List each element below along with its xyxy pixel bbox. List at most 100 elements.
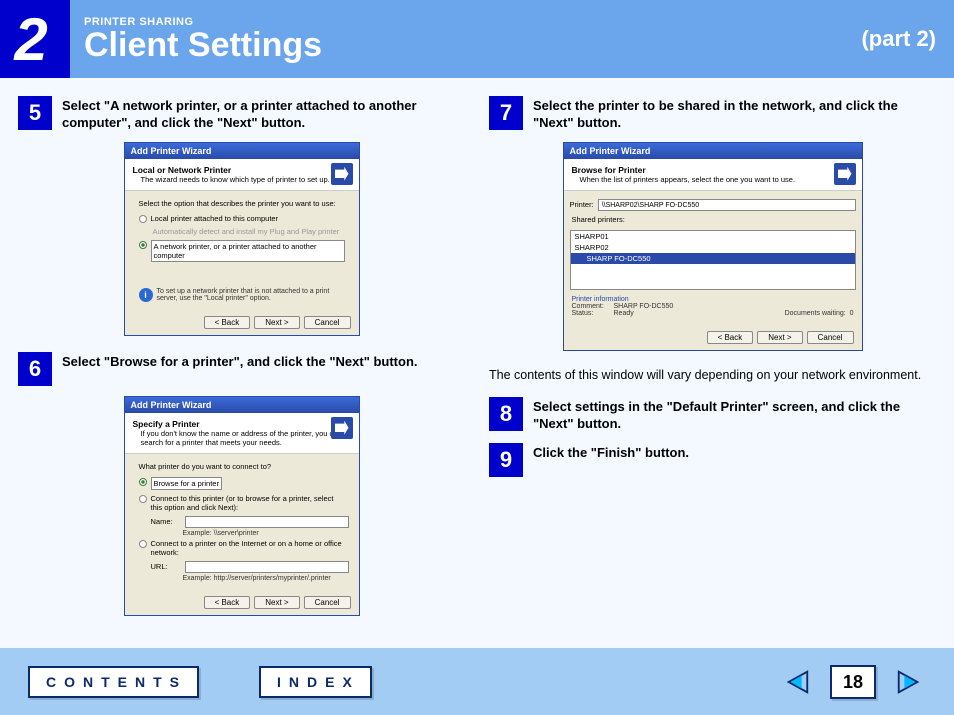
header-text-block: PRINTER SHARING Client Settings <box>70 16 861 62</box>
back-button[interactable]: < Back <box>707 331 754 344</box>
step-number: 6 <box>18 352 52 386</box>
step-number: 5 <box>18 96 52 130</box>
index-button[interactable]: INDEX <box>259 666 372 698</box>
url-input[interactable] <box>185 561 349 573</box>
part-label: (part 2) <box>861 26 936 52</box>
radio-icon <box>139 495 147 503</box>
arrow-left-icon <box>783 668 811 696</box>
step-number: 7 <box>489 96 523 130</box>
option-label: A network printer, or a printer attached… <box>151 240 345 262</box>
name-label: Name: <box>151 517 181 526</box>
chapter-number: 2 <box>0 0 70 78</box>
printer-info-heading: Printer information <box>572 296 854 303</box>
next-button[interactable]: Next > <box>254 596 299 609</box>
dialog-button-row: < Back Next > Cancel <box>125 310 359 335</box>
dialog-button-row: < Back Next > Cancel <box>564 325 862 350</box>
dialog-head-title: Local or Network Printer <box>133 165 351 175</box>
dialog-header: Local or Network Printer The wizard need… <box>125 159 359 191</box>
radio-icon <box>139 478 147 486</box>
add-printer-wizard-dialog-specify: Add Printer Wizard Specify a Printer If … <box>124 396 360 616</box>
url-example: Example: http://server/printers/myprinte… <box>135 575 349 582</box>
dialog-body: What printer do you want to connect to? … <box>125 454 359 590</box>
next-page-button[interactable] <box>892 665 926 699</box>
dialog-header: Browse for Printer When the list of prin… <box>564 159 862 191</box>
option-browse-printer[interactable]: Browse for a printer <box>135 475 349 492</box>
step-text: Select "Browse for a printer", and click… <box>62 352 418 386</box>
add-printer-wizard-dialog-browse: Add Printer Wizard Browse for Printer Wh… <box>563 142 863 351</box>
option-label: Connect to a printer on the Internet or … <box>151 539 345 557</box>
comment-value: SHARP FO-DC550 <box>614 303 674 310</box>
dialog-head-subtitle: The wizard needs to know which type of p… <box>133 175 351 184</box>
list-item[interactable]: SHARP01 <box>571 231 855 242</box>
dialog-title: Add Printer Wizard <box>125 397 359 413</box>
option-connect-printer[interactable]: Connect to this printer (or to browse fo… <box>135 492 349 514</box>
name-field-row: Name: <box>135 514 349 530</box>
option-connect-url[interactable]: Connect to a printer on the Internet or … <box>135 537 349 559</box>
step-8: 8 Select settings in the "Default Printe… <box>489 397 936 433</box>
add-printer-wizard-dialog-local-network: Add Printer Wizard Local or Network Prin… <box>124 142 360 336</box>
dialog-head-subtitle: When the list of printers appears, selec… <box>572 175 854 184</box>
list-item-selected[interactable]: SHARP FO-DC550 <box>571 253 855 264</box>
name-input[interactable] <box>185 516 349 528</box>
printer-info-block: Printer information Comment: SHARP FO-DC… <box>564 294 862 319</box>
dialog-head-title: Specify a Printer <box>133 419 351 429</box>
shared-printers-label: Shared printers: <box>564 213 862 226</box>
status-value: Ready <box>614 310 634 317</box>
dialog-body: Printer: \\SHARP02\SHARP FO-DC550 Shared… <box>564 191 862 325</box>
page-body: 5 Select "A network printer, or a printe… <box>0 78 954 648</box>
printer-wizard-icon <box>331 417 353 439</box>
info-text: To set up a network printer that is not … <box>157 288 345 302</box>
dialog-head-title: Browse for Printer <box>572 165 854 175</box>
page-header: 2 PRINTER SHARING Client Settings (part … <box>0 0 954 78</box>
radio-icon <box>139 241 147 249</box>
documents-waiting: Documents waiting: 0 <box>785 310 854 317</box>
back-button[interactable]: < Back <box>204 316 251 329</box>
option-label: Automatically detect and install my Plug… <box>153 227 340 236</box>
back-button[interactable]: < Back <box>204 596 251 609</box>
name-example: Example: \\server\printer <box>135 530 349 537</box>
url-label: URL: <box>151 562 181 571</box>
page-number: 18 <box>830 665 876 699</box>
cancel-button[interactable]: Cancel <box>304 316 351 329</box>
step-7: 7 Select the printer to be shared in the… <box>489 96 936 132</box>
status-key: Status: <box>572 310 608 317</box>
printer-wizard-icon <box>331 163 353 185</box>
next-button[interactable]: Next > <box>254 316 299 329</box>
prev-page-button[interactable] <box>780 665 814 699</box>
printer-path-row: Printer: \\SHARP02\SHARP FO-DC550 <box>564 197 862 213</box>
page-title: Client Settings <box>84 28 861 62</box>
list-item[interactable]: SHARP02 <box>571 242 855 253</box>
option-auto-detect: Automatically detect and install my Plug… <box>135 225 349 238</box>
radio-icon <box>139 540 147 548</box>
step-7-caption: The contents of this window will vary de… <box>489 367 936 383</box>
cancel-button[interactable]: Cancel <box>304 596 351 609</box>
option-label: Local printer attached to this computer <box>151 214 279 223</box>
dialog-title: Add Printer Wizard <box>125 143 359 159</box>
step-text: Select the printer to be shared in the n… <box>533 96 936 132</box>
step-5: 5 Select "A network printer, or a printe… <box>18 96 465 132</box>
next-button[interactable]: Next > <box>757 331 802 344</box>
left-column: 5 Select "A network printer, or a printe… <box>18 96 465 648</box>
radio-icon <box>139 215 147 223</box>
printer-path-input[interactable]: \\SHARP02\SHARP FO-DC550 <box>598 199 856 211</box>
option-local-printer[interactable]: Local printer attached to this computer <box>135 212 349 225</box>
option-label: Browse for a printer <box>151 477 222 490</box>
contents-button[interactable]: CONTENTS <box>28 666 199 698</box>
step-number: 8 <box>489 397 523 431</box>
url-field-row: URL: <box>135 559 349 575</box>
cancel-button[interactable]: Cancel <box>807 331 854 344</box>
shared-printers-list[interactable]: SHARP01 SHARP02 SHARP FO-DC550 <box>570 230 856 290</box>
step-number: 9 <box>489 443 523 477</box>
option-network-printer[interactable]: A network printer, or a printer attached… <box>135 238 349 264</box>
pager: 18 <box>780 665 926 699</box>
info-note: i To set up a network printer that is no… <box>135 284 349 302</box>
option-prompt: Select the option that describes the pri… <box>135 199 349 208</box>
page-footer: CONTENTS INDEX 18 <box>0 649 954 715</box>
dialog-body: Select the option that describes the pri… <box>125 191 359 310</box>
step-6: 6 Select "Browse for a printer", and cli… <box>18 352 465 386</box>
dialog-header: Specify a Printer If you don't know the … <box>125 413 359 454</box>
step-text: Select settings in the "Default Printer"… <box>533 397 936 433</box>
info-icon: i <box>139 288 153 302</box>
option-prompt: What printer do you want to connect to? <box>135 462 349 471</box>
step-9: 9 Click the "Finish" button. <box>489 443 936 477</box>
